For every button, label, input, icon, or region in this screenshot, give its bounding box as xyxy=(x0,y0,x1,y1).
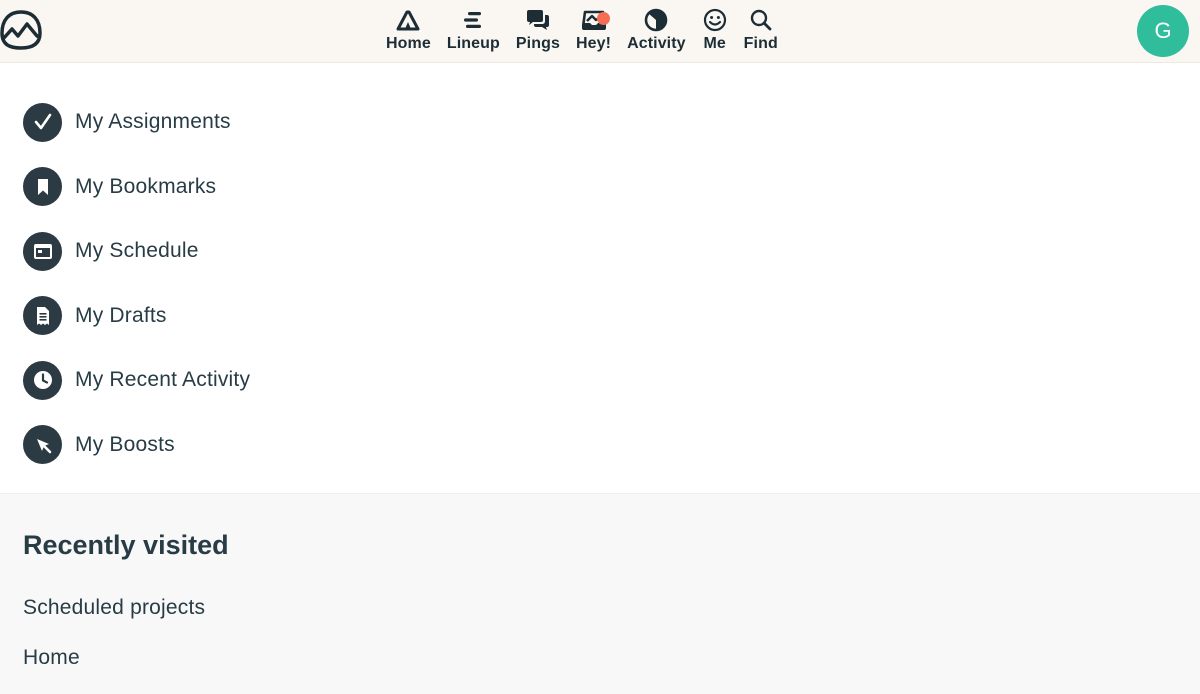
lineup-icon xyxy=(460,8,486,32)
my-bookmarks-label: My Bookmarks xyxy=(75,174,217,198)
rocket-icon xyxy=(23,425,62,464)
notification-dot xyxy=(596,12,610,25)
recent-link-home[interactable]: Home xyxy=(23,646,80,670)
clock-icon xyxy=(23,360,62,400)
nav-pings[interactable]: Pings xyxy=(508,0,568,53)
me-icon xyxy=(702,8,728,32)
hey-icon xyxy=(581,8,610,32)
basecamp-logo-icon[interactable] xyxy=(0,9,42,51)
bookmark-icon xyxy=(23,167,62,206)
my-recent-activity-label: My Recent Activity xyxy=(75,368,251,391)
my-boosts-link[interactable]: My Boosts xyxy=(23,425,250,465)
document-icon xyxy=(23,296,62,335)
nav-hey-label: Hey! xyxy=(575,35,612,52)
nav-lineup-label: Lineup xyxy=(446,35,500,52)
my-assignments-link[interactable]: My Assignments xyxy=(23,102,250,142)
recently-visited-heading: Recently visited xyxy=(23,530,229,560)
my-drafts-link[interactable]: My Drafts xyxy=(23,296,250,336)
avatar[interactable]: G xyxy=(1137,5,1189,57)
nav-pings-label: Pings xyxy=(515,35,560,52)
nav-activity-label: Activity xyxy=(627,35,686,52)
pings-icon xyxy=(525,8,551,32)
nav-hey[interactable]: Hey! xyxy=(568,0,619,53)
calendar-icon xyxy=(23,231,62,271)
activity-icon xyxy=(643,8,669,32)
nav-find[interactable]: Find xyxy=(736,0,786,53)
main-nav: Home Lineup Pings Hey! Activity Me Find xyxy=(378,0,786,62)
my-drafts-label: My Drafts xyxy=(75,303,167,327)
my-boosts-label: My Boosts xyxy=(75,432,175,456)
my-assignments-label: My Assignments xyxy=(75,110,231,133)
top-navigation-bar: Home Lineup Pings Hey! Activity Me Find … xyxy=(0,0,1200,63)
checkmark-icon xyxy=(23,102,62,142)
nav-home[interactable]: Home xyxy=(378,0,439,53)
recent-link-scheduled-projects[interactable]: Scheduled projects xyxy=(23,596,205,620)
recently-visited-section: Recently visited Scheduled projects Home xyxy=(0,493,1200,694)
my-schedule-link[interactable]: My Schedule xyxy=(23,231,250,271)
nav-home-label: Home xyxy=(386,35,431,52)
my-menu-list: My Assignments My Bookmarks My Schedule xyxy=(23,102,250,489)
nav-activity[interactable]: Activity xyxy=(619,0,694,53)
my-bookmarks-link[interactable]: My Bookmarks xyxy=(23,167,250,207)
my-schedule-label: My Schedule xyxy=(75,239,199,262)
my-recent-activity-link[interactable]: My Recent Activity xyxy=(23,360,250,400)
nav-me-label: Me xyxy=(703,35,726,52)
nav-lineup[interactable]: Lineup xyxy=(439,0,508,53)
home-icon xyxy=(395,8,421,32)
nav-me[interactable]: Me xyxy=(694,0,736,53)
find-icon xyxy=(748,8,774,32)
nav-find-label: Find xyxy=(743,35,778,52)
